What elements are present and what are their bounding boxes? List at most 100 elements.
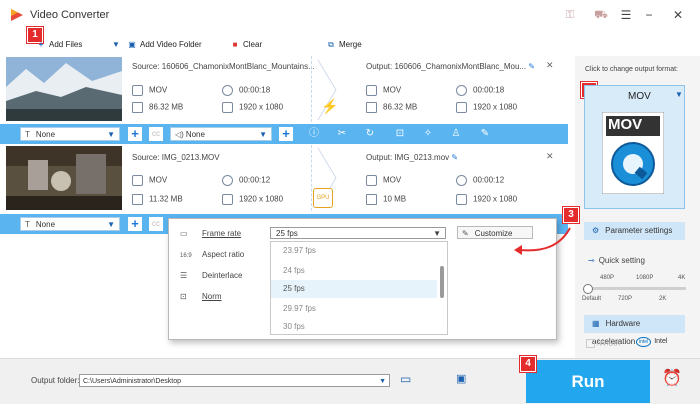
open-folder-icon[interactable]: ▭ xyxy=(400,372,411,386)
add-files-dropdown-icon[interactable]: ▼ xyxy=(112,40,120,49)
chip-icon: ▦ xyxy=(592,319,600,328)
output-duration-2: 00:00:12 xyxy=(456,175,504,186)
film-icon xyxy=(366,85,377,96)
merge-icon: ⧉ xyxy=(328,40,334,49)
folder-icon xyxy=(366,102,377,113)
quick-setting-label: ⊸ Quick setting xyxy=(588,256,645,265)
source-format-1: MOV xyxy=(132,85,167,96)
options-scrollbar[interactable] xyxy=(440,266,444,298)
edit-icon[interactable]: ✎ xyxy=(528,62,535,71)
fps-option[interactable]: 29.97 fps xyxy=(271,300,437,318)
add-files-button[interactable]: + Add Files xyxy=(36,40,83,49)
parameter-settings-button[interactable]: ⚙ Parameter settings xyxy=(584,222,685,240)
rotate-icon[interactable]: ↻ xyxy=(364,128,376,140)
lightning-icon: ⚡ xyxy=(321,98,339,114)
chevron-down-icon: ▼ xyxy=(259,130,267,139)
pointer-arrow xyxy=(514,227,571,255)
output-duration-1: 00:00:18 xyxy=(456,85,504,96)
folder-icon: ▣ xyxy=(128,40,136,49)
clock-icon xyxy=(222,175,233,186)
cart-icon[interactable]: ⛟ xyxy=(594,9,608,21)
clear-button[interactable]: ■ Clear xyxy=(230,40,263,49)
scissors-icon[interactable]: ✂ xyxy=(336,128,348,140)
cc-icon[interactable]: cc xyxy=(149,217,163,231)
subtitle-edit-icon[interactable]: ✎ xyxy=(479,128,491,140)
toolbar xyxy=(0,30,568,57)
video-thumbnail-2[interactable] xyxy=(6,146,122,210)
norm-label: ⊡ Norm xyxy=(180,292,222,301)
folder-icon xyxy=(132,194,143,205)
remove-file-icon[interactable]: ✕ xyxy=(546,60,554,71)
minimize-button[interactable]: − xyxy=(641,8,657,22)
add-audio-button[interactable]: + xyxy=(279,127,293,141)
quick-480p: 480P xyxy=(600,275,615,281)
hardware-acceleration-button[interactable]: ▦ Hardware acceleration xyxy=(584,315,685,346)
source-duration-1: 00:00:18 xyxy=(222,85,270,96)
add-subtitle-button[interactable]: + xyxy=(128,217,142,231)
add-video-folder-button[interactable]: ▣ Add Video Folder xyxy=(127,40,201,49)
row-divider xyxy=(311,56,313,122)
subtitle-select-1[interactable]: T None ▼ xyxy=(20,127,120,141)
quality-slider-track[interactable] xyxy=(586,287,686,290)
resolution-icon xyxy=(222,194,233,205)
fps-option[interactable]: 23.97 fps xyxy=(271,242,437,260)
quality-slider-handle[interactable] xyxy=(583,284,593,294)
watermark-icon[interactable]: ♙ xyxy=(450,128,462,140)
source-size-1: 86.32 MB xyxy=(132,102,183,113)
output-name-1: Output: 160606_ChamonixMontBlanc_Mou... … xyxy=(366,62,536,71)
gpu-chip-icon: GPU xyxy=(313,188,333,208)
source-name-1: Source: 160606_ChamonixMontBlanc_Mountai… xyxy=(132,62,315,71)
output-resolution-2: 1920 x 1080 xyxy=(456,194,517,205)
fps-option-selected[interactable]: 25 fps xyxy=(271,280,437,298)
aspect-ratio-icon: 16:9 xyxy=(180,253,192,259)
cc-icon[interactable]: cc xyxy=(149,127,163,141)
remove-file-icon[interactable]: ✕ xyxy=(546,151,554,162)
merge-button[interactable]: ⧉ Merge xyxy=(326,40,362,50)
source-resolution-1: 1920 x 1080 xyxy=(222,102,283,113)
text-icon: T xyxy=(25,220,30,229)
chevron-down-icon: ▼ xyxy=(107,130,115,139)
audio-select-1[interactable]: ◁) None ▼ xyxy=(170,127,272,141)
quick-2k: 2K xyxy=(659,296,667,302)
output-folder-input[interactable]: C:\Users\Administrator\Desktop ▼ xyxy=(79,374,390,387)
plus-icon: + xyxy=(38,40,44,49)
key-icon[interactable]: ⚿ xyxy=(563,9,577,21)
quick-720p: 720P xyxy=(618,296,633,302)
edit-icon[interactable]: ✎ xyxy=(451,153,458,162)
output-folder-label: Output folder: xyxy=(31,376,80,385)
speaker-icon: ◁) xyxy=(175,130,184,139)
info-icon[interactable]: ⓘ xyxy=(308,128,320,140)
alarm-clock-icon[interactable]: ⏰ xyxy=(662,368,682,388)
video-thumbnail-1[interactable] xyxy=(6,57,122,121)
quick-1080p: 1080P xyxy=(636,275,654,281)
film-icon xyxy=(132,85,143,96)
output-size-2: 10 MB xyxy=(366,194,406,205)
fps-option[interactable]: 24 fps xyxy=(271,262,437,280)
output-resolution-1: 1920 x 1080 xyxy=(456,102,517,113)
subtitle-select-2[interactable]: T None ▼ xyxy=(20,217,120,231)
source-format-2: MOV xyxy=(132,175,167,186)
film-icon: ▭ xyxy=(180,229,188,238)
run-button[interactable]: Run xyxy=(526,360,650,403)
output-preview-icon[interactable]: ▣ xyxy=(456,372,466,385)
intel-option[interactable]: intel Intel xyxy=(636,337,667,347)
output-size-1: 86.32 MB xyxy=(366,102,417,113)
fps-option[interactable]: 30 fps xyxy=(271,318,437,336)
effects-wand-icon[interactable]: ✧ xyxy=(422,128,434,140)
menu-icon[interactable]: ☰ xyxy=(618,8,634,22)
nvidia-option[interactable]: NVIDIA xyxy=(586,339,620,348)
chevron-down-icon: ▼ xyxy=(433,229,441,238)
step-badge-3: 3 xyxy=(563,207,579,223)
add-subtitle-button[interactable]: + xyxy=(128,127,142,141)
film-icon xyxy=(132,175,143,186)
text-icon: T xyxy=(25,130,30,139)
frame-rate-select[interactable]: 25 fps ▼ xyxy=(270,227,446,239)
window-title: Video Converter xyxy=(30,9,110,21)
deinterlace-icon: ☰ xyxy=(180,271,188,280)
crop-icon[interactable]: ⊡ xyxy=(394,128,406,140)
trash-icon: ■ xyxy=(232,40,238,49)
title-bar: Video Converter ⚿ ⛟ ☰ − ✕ xyxy=(0,0,700,30)
source-name-2: Source: IMG_0213.MOV xyxy=(132,153,220,162)
close-button[interactable]: ✕ xyxy=(670,8,686,22)
sliders-icon: ⚙ xyxy=(592,226,600,235)
